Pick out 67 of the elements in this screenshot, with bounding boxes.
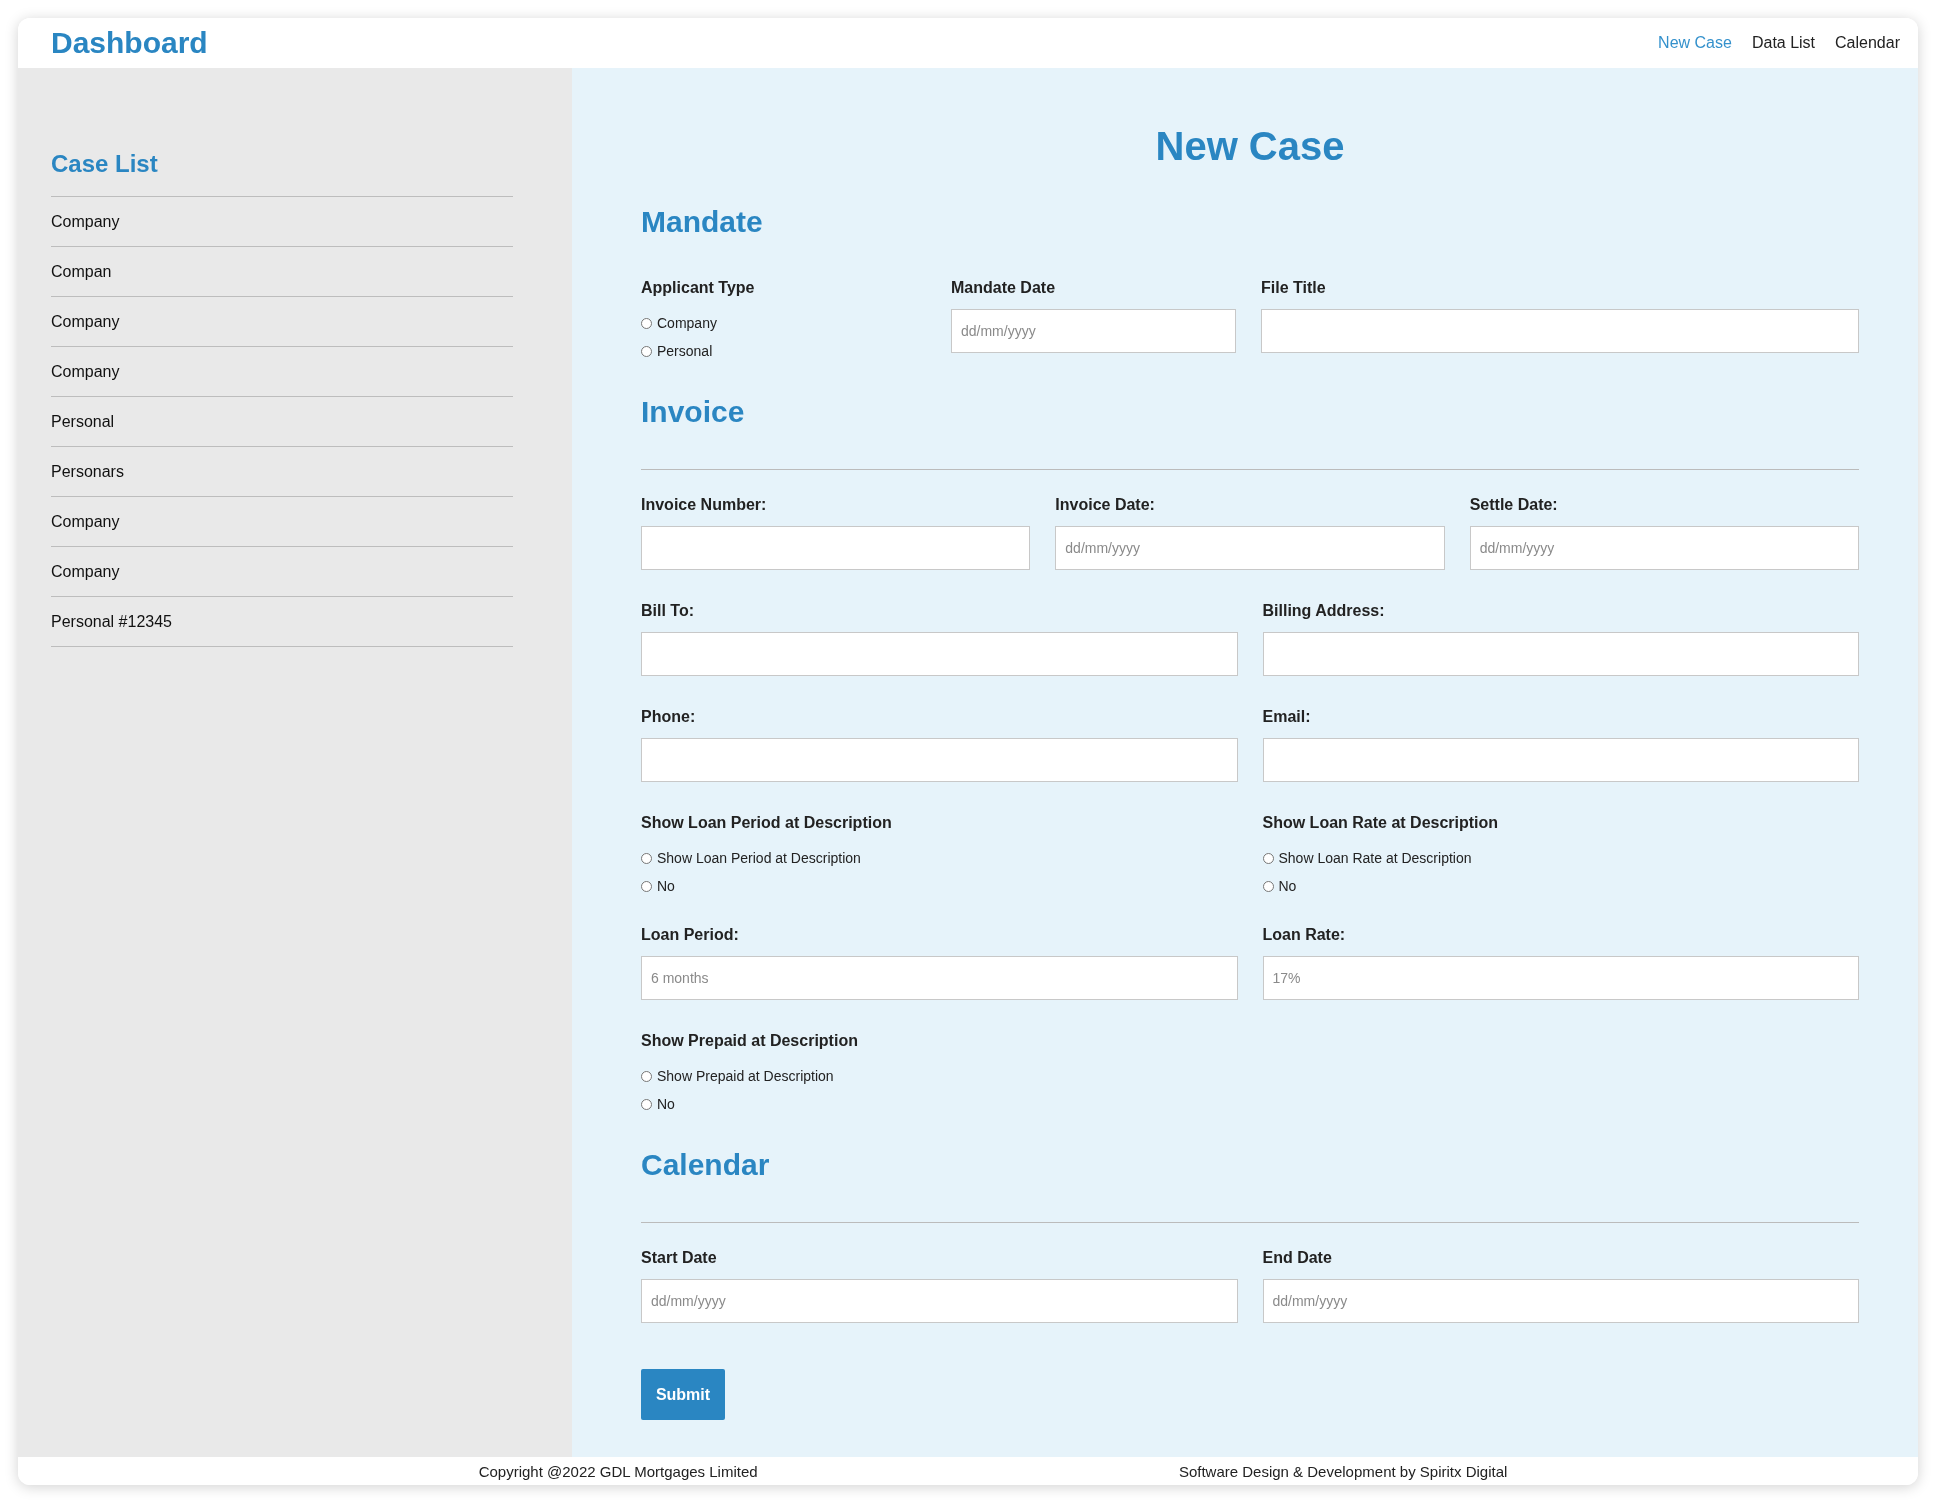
form-title: New Case [1154, 124, 1346, 169]
radio-button[interactable] [641, 880, 652, 892]
radio-label: No [657, 1096, 675, 1112]
input-field[interactable]: 6 months [641, 956, 1238, 1000]
radio-button[interactable] [641, 1098, 652, 1110]
case-list-item[interactable]: Company [51, 312, 120, 331]
radio-button[interactable] [1262, 880, 1274, 892]
field-label: File Title [1261, 279, 1327, 297]
input-field[interactable]: dd/mm/yyyy [951, 309, 1236, 353]
field-label: End Date [1262, 1249, 1333, 1267]
input-field[interactable]: dd/mm/yyyy [1469, 526, 1859, 570]
input-field[interactable] [1262, 632, 1859, 676]
radio-label: No [657, 878, 675, 894]
radio-label: Show Prepaid at Description [657, 1068, 834, 1084]
field-label: Loan Rate: [1262, 926, 1347, 944]
input-field[interactable]: dd/mm/yyyy [1055, 526, 1445, 570]
radio-button[interactable] [641, 317, 652, 329]
credit-text: Software Design & Development by Spiritx Digital [1178, 1462, 1508, 1480]
dashboard-title: Dashboard [51, 26, 208, 60]
field-label: Start Date [641, 1249, 718, 1267]
case-list-item[interactable]: Compan [51, 262, 112, 281]
nav-link[interactable]: Data List [1751, 34, 1816, 52]
field-label: Invoice Date: [1055, 496, 1156, 514]
field-label: Applicant Type [641, 279, 756, 297]
input-field[interactable]: dd/mm/yyyy [1262, 1279, 1859, 1323]
case-list-item[interactable]: Personars [51, 462, 124, 481]
copyright-text: Copyright @2022 GDL Mortgages Limited [478, 1462, 758, 1480]
radio-button[interactable] [641, 852, 652, 864]
case-list-item[interactable]: Company [51, 362, 120, 381]
input-field[interactable] [641, 738, 1238, 782]
field-label: Loan Period: [641, 926, 740, 944]
nav-link[interactable]: Calendar [1835, 34, 1900, 52]
radio-button[interactable] [641, 1070, 652, 1082]
case-list-title: Case List [51, 150, 159, 178]
field-label: Phone: [641, 708, 697, 726]
case-list-item[interactable]: Company [51, 212, 120, 231]
radio-label: Personal [657, 343, 713, 359]
input-field[interactable] [641, 526, 1031, 570]
field-label: Invoice Number: [641, 496, 768, 514]
case-list-item[interactable]: Company [51, 512, 120, 531]
field-label: Bill To: [641, 602, 696, 620]
field-label: Show Prepaid at Description [641, 1032, 859, 1050]
radio-label: No [1278, 878, 1297, 894]
field-label: Email: [1262, 708, 1312, 726]
input-field[interactable]: dd/mm/yyyy [641, 1279, 1238, 1323]
section-heading: Mandate [641, 205, 764, 239]
case-list-item[interactable]: Personal #12345 [51, 612, 172, 631]
field-label: Mandate Date [951, 279, 1057, 297]
case-list-item[interactable]: Personal [51, 412, 115, 431]
submit-button[interactable]: Submit [641, 1369, 725, 1420]
field-label: Show Loan Rate at Description [1262, 814, 1500, 832]
section-heading: Invoice [641, 395, 746, 429]
radio-button[interactable] [1262, 852, 1274, 864]
input-field[interactable]: 17% [1262, 956, 1859, 1000]
radio-label: Company [657, 315, 717, 331]
field-label: Billing Address: [1262, 602, 1386, 620]
field-label: Settle Date: [1469, 496, 1559, 514]
input-field[interactable] [641, 632, 1238, 676]
input-field[interactable] [1262, 738, 1859, 782]
input-field[interactable] [1261, 309, 1859, 353]
radio-label: Show Loan Rate at Description [1278, 850, 1472, 866]
nav-link[interactable]: New Case [1658, 34, 1732, 52]
section-heading: Calendar [641, 1148, 771, 1182]
case-list-item[interactable]: Company [51, 562, 120, 581]
radio-label: Show Loan Period at Description [657, 850, 861, 866]
radio-button[interactable] [641, 345, 652, 357]
field-label: Show Loan Period at Description [641, 814, 893, 832]
